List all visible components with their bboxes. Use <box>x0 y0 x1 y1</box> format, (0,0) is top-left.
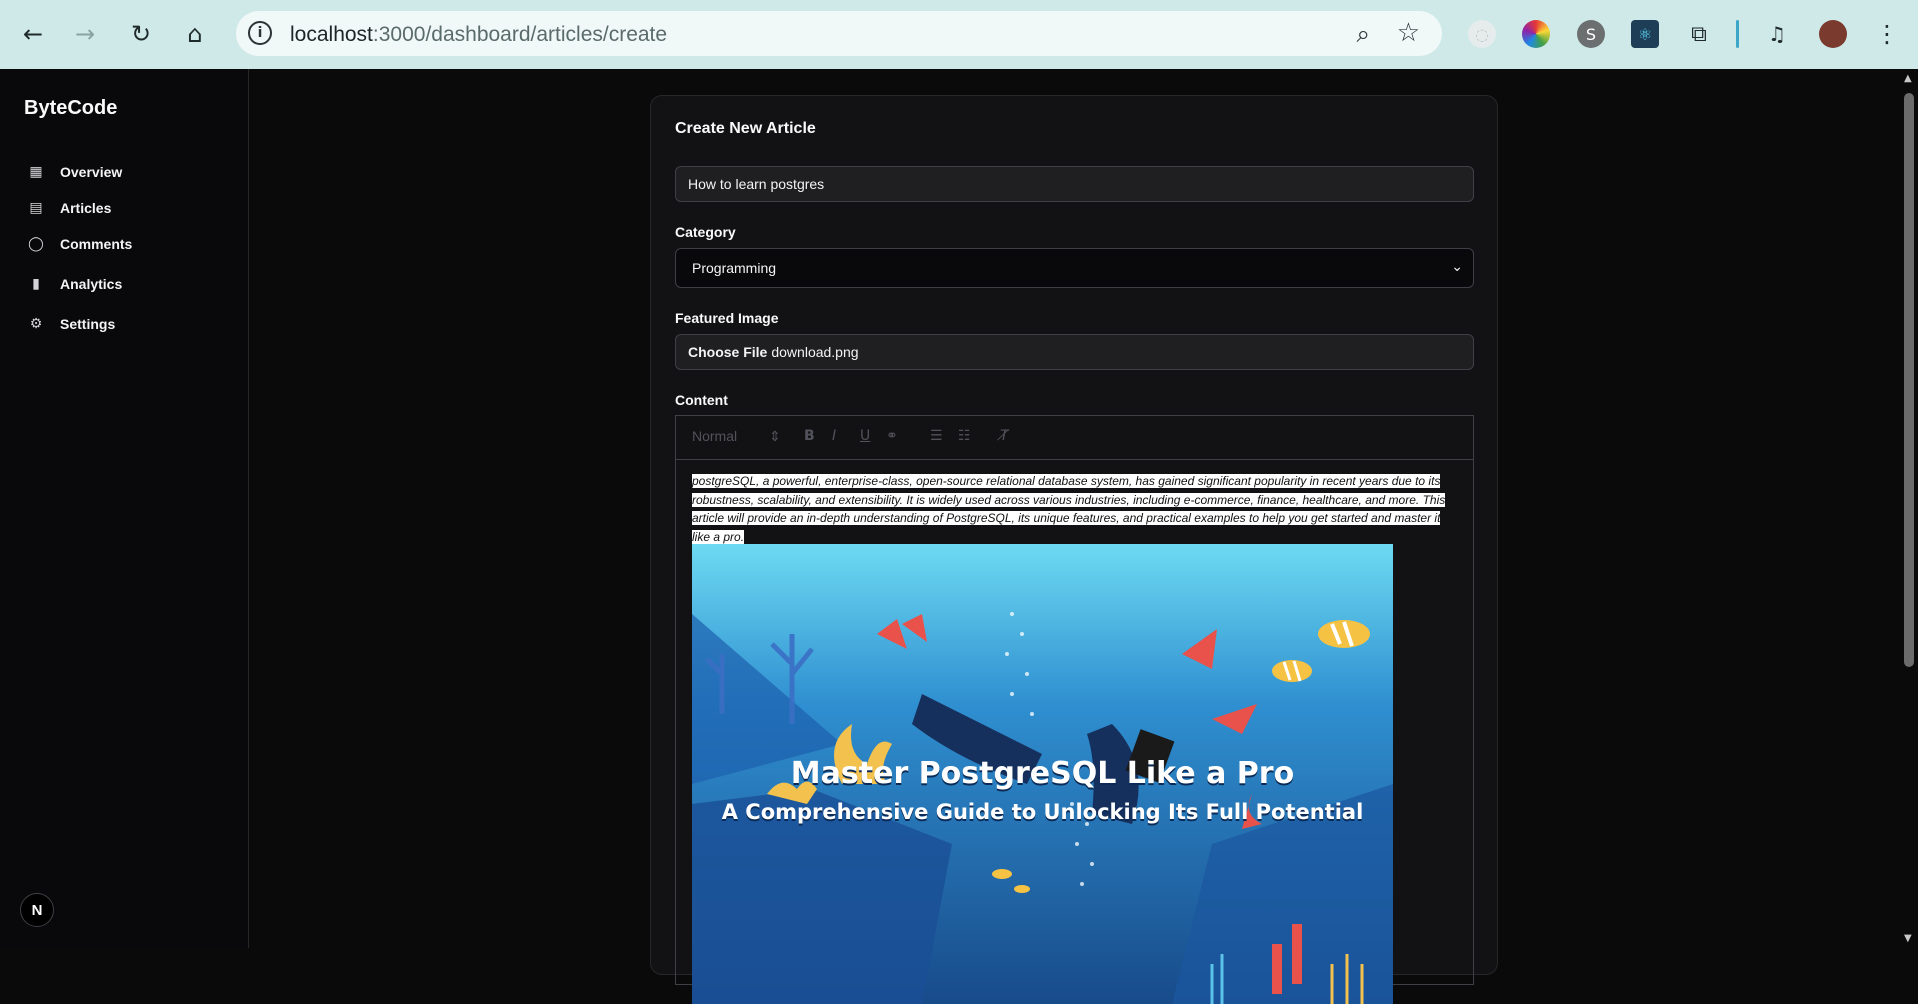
editor-toolbar: Normal ⇕ B I U ⚭ ☰ ☷ T̸ <box>676 416 1473 460</box>
sidebar-item-settings[interactable]: ⚙ Settings <box>28 310 116 338</box>
editor-paragraph[interactable]: postgreSQL, a powerful, enterprise-class… <box>692 472 1452 546</box>
sidebar-item-analytics[interactable]: ▮ Analytics <box>28 270 122 298</box>
sidebar-item-label: Settings <box>60 316 116 332</box>
sidebar-item-label: Articles <box>60 200 112 216</box>
extension-react-icon[interactable]: ⚛ <box>1631 20 1659 48</box>
sidebar: ByteCode ▦ Overview ▤ Articles ◯ Comment… <box>0 69 249 948</box>
gear-icon: ⚙ <box>29 316 43 332</box>
scroll-up-icon[interactable]: ▲ <box>1904 73 1912 84</box>
home-icon[interactable]: ⌂ <box>178 17 212 51</box>
create-article-card: Create New Article How to learn postgres… <box>650 95 1498 1004</box>
site-info-icon[interactable]: i <box>248 21 272 45</box>
browser-toolbar: ← → ↻ ⌂ i localhost:3000/dashboard/artic… <box>0 0 1918 69</box>
bullet-list-icon[interactable]: ☷ <box>958 428 971 444</box>
reload-icon[interactable]: ↻ <box>124 17 158 51</box>
page-scrollbar[interactable]: ▲ ▼ <box>1900 69 1918 948</box>
comment-icon: ◯ <box>28 236 44 252</box>
featured-image-file-input[interactable]: Choose File download.png <box>675 334 1474 370</box>
profile-avatar[interactable] <box>1819 20 1847 48</box>
grid-icon: ▦ <box>29 164 43 180</box>
extension-s-icon[interactable]: S <box>1577 20 1605 48</box>
article-title-input[interactable]: How to learn postgres <box>675 166 1474 202</box>
document-icon: ▤ <box>29 200 43 216</box>
media-control-icon[interactable]: ♫ <box>1763 20 1791 48</box>
format-select-value: Normal <box>692 428 738 444</box>
image-subtitle: A Comprehensive Guide to Unlocking Its F… <box>721 800 1364 824</box>
bold-icon[interactable]: B <box>804 428 815 444</box>
category-select[interactable]: Programming ⌄ <box>675 248 1474 288</box>
rich-text-editor[interactable]: Normal ⇕ B I U ⚭ ☰ ☷ T̸ postgreSQL, a po… <box>675 415 1474 1004</box>
embedded-image[interactable]: Master PostgreSQL Like a Pro A Comprehen… <box>692 544 1393 1004</box>
url-path: :3000/dashboard/articles/create <box>372 23 668 46</box>
file-name: download.png <box>771 344 859 360</box>
bar-chart-icon: ▮ <box>32 276 40 292</box>
clear-format-icon[interactable]: T̸ <box>1000 428 1009 444</box>
chevron-down-icon: ⌄ <box>1451 259 1463 275</box>
toolbar-separator <box>1736 20 1739 48</box>
sidebar-item-articles[interactable]: ▤ Articles <box>28 194 111 222</box>
link-icon[interactable]: ⚭ <box>886 428 898 444</box>
main-content: Create New Article How to learn postgres… <box>250 69 1900 1004</box>
address-bar[interactable]: i localhost:3000/dashboard/articles/crea… <box>236 11 1442 56</box>
choose-file-button[interactable]: Choose File <box>688 344 767 360</box>
sidebar-item-comments[interactable]: ◯ Comments <box>28 230 132 258</box>
extension-loading-icon[interactable]: ◌ <box>1468 20 1496 48</box>
editor-paragraph-text: postgreSQL, a powerful, enterprise-class… <box>692 474 1446 544</box>
scrollbar-thumb[interactable] <box>1904 93 1914 667</box>
extensions-puzzle-icon[interactable]: ⧉ <box>1685 20 1713 48</box>
sidebar-item-overview[interactable]: ▦ Overview <box>28 158 122 186</box>
editor-content[interactable]: postgreSQL, a powerful, enterprise-class… <box>692 472 1452 546</box>
back-icon[interactable]: ← <box>16 17 50 51</box>
category-value: Programming <box>692 260 777 276</box>
underline-icon[interactable]: U <box>860 428 870 444</box>
url-text[interactable]: localhost:3000/dashboard/articles/create <box>290 23 667 47</box>
italic-icon[interactable]: I <box>832 428 836 444</box>
content-label: Content <box>675 392 728 408</box>
browser-menu-icon[interactable]: ⋮ <box>1870 17 1904 51</box>
sidebar-item-label: Comments <box>60 236 133 252</box>
zoom-icon[interactable]: ⌕ <box>1357 20 1370 48</box>
image-title: Master PostgreSQL Like a Pro <box>790 756 1295 791</box>
page-title: Create New Article <box>675 120 816 137</box>
sidebar-item-label: Overview <box>60 164 123 180</box>
category-label: Category <box>675 224 736 240</box>
forward-icon[interactable]: → <box>68 17 102 51</box>
extension-colorpicker-icon[interactable] <box>1522 20 1550 48</box>
url-host: localhost <box>290 23 373 46</box>
format-select[interactable]: Normal ⇕ <box>692 428 781 445</box>
brand-logo[interactable]: ByteCode <box>24 97 117 120</box>
featured-image-label: Featured Image <box>675 310 779 326</box>
scroll-down-icon[interactable]: ▼ <box>1904 933 1912 944</box>
ordered-list-icon[interactable]: ☰ <box>930 428 943 444</box>
nextjs-badge-icon[interactable]: N <box>20 893 54 927</box>
sidebar-item-label: Analytics <box>60 276 123 292</box>
bookmark-star-icon[interactable]: ☆ <box>1397 18 1420 48</box>
